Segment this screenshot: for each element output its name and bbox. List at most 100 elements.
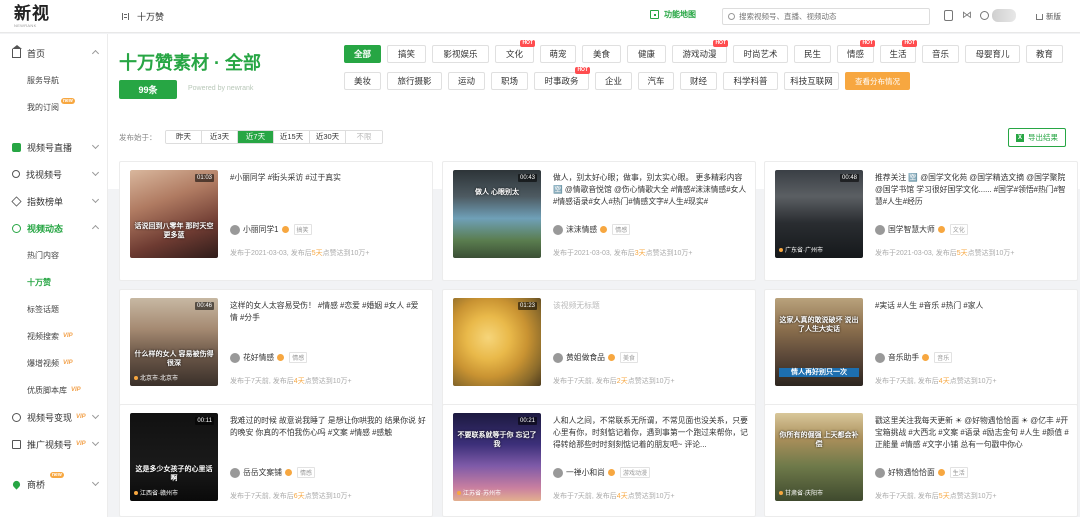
author-row[interactable]: 黄姐做食品 美食 [553, 352, 638, 363]
author-row[interactable]: 一禅小和尚 游戏动漫 [553, 467, 650, 478]
category-chip[interactable]: 企业 [595, 72, 632, 90]
video-card[interactable]: 00:48 广东省·广州市 推荐关注 🈳 @国学文化苑 @国学精选文摘 @国学聚院 … [764, 161, 1078, 281]
sidebar-item-rank[interactable]: 指数榜单 [0, 191, 108, 211]
video-description[interactable]: 人和人之间，不常联系无所谓，不常见面也没关系，只要心里有你，时刻惦记着你，遇到事… [553, 415, 749, 451]
author-row[interactable]: 音乐助手 音乐 [875, 352, 953, 363]
video-card[interactable]: 这家人真的敢说破坏 说出了人生大实话 情人再好别只一次 #実话 #人生 #音乐 #热… [764, 289, 1078, 409]
video-description[interactable]: 该视频无标题 [553, 300, 749, 336]
video-card[interactable]: 你所有的倔强 上天都会补偿 甘肃省·庆阳市 戳这里关注我每天更新 ☀ @好物遇恰恰面… [764, 404, 1078, 517]
video-card[interactable]: 做人 心眼别太 00:43 做人，别太好心眼；做事，别太实心眼。 更多精彩内容 🈳 … [442, 161, 756, 281]
video-thumbnail[interactable]: 这是多少女孩子的心里话啊 00:11 江西省·赣州市 [130, 413, 218, 501]
date-option[interactable]: 近30天 [310, 131, 346, 143]
date-option[interactable]: 昨天 [166, 131, 202, 143]
video-card[interactable]: 什么样的女人 容易被伤得很深 00:46 北京市·北京市 这样的女人太容易受伤！ #情… [119, 289, 433, 409]
logo[interactable]: 新视 NEWRANK [0, 5, 108, 28]
video-description[interactable]: 推荐关注 🈳 @国学文化苑 @国学精选文摘 @国学聚院 @国学书馆 学习很好国学… [875, 172, 1071, 208]
category-chip[interactable]: 游戏动漫 HOT [672, 40, 728, 63]
sidebar-sub-surging-videos[interactable]: 爆增视频 VIP [0, 354, 108, 372]
category-label: 母婴育儿 [975, 49, 1010, 59]
video-card[interactable]: 01:23 该视频无标题 黄姐做食品 美食 发布于7天前, 发布后2天点赞达到10万+ [442, 289, 756, 409]
sidebar-sub-video-search[interactable]: 视频搜索 VIP [0, 327, 108, 345]
sidebar-item-promote[interactable]: 推广视频号 VIP [0, 434, 108, 454]
video-description[interactable]: 这样的女人太容易受伤！ #情感 #恋爱 #婚姻 #女人 #爱情 #分手 [230, 300, 426, 336]
date-option[interactable]: 不限 [346, 131, 382, 143]
sidebar-item-bridge[interactable]: 商桥 new [0, 472, 108, 494]
menu-toggle-icon[interactable] [122, 12, 129, 20]
video-description[interactable]: 我难过的时候 故意说我睡了 是想让你哄我的 结果你说 好的晚安 你真的不怕我伤心… [230, 415, 426, 451]
category-chip[interactable]: 时事政务 HOT [534, 67, 590, 90]
date-option[interactable]: 近7天 [238, 131, 274, 143]
category-chip[interactable]: 时尚艺术 [733, 45, 788, 63]
category-chip[interactable]: 萌宠 [540, 45, 576, 63]
author-row[interactable]: 小丽同学1 搞笑 [230, 224, 312, 235]
video-thumbnail[interactable]: 你所有的倔强 上天都会补偿 甘肃省·庆阳市 [775, 413, 863, 501]
new-version-link[interactable]: 新版 [1036, 11, 1061, 22]
video-description[interactable]: #小丽同学 #街头采访 #过于真实 [230, 172, 426, 208]
author-row[interactable]: 岳岳文案铺 情感 [230, 467, 315, 478]
search-input[interactable] [739, 12, 919, 21]
author-row[interactable]: 沫沫情感 情感 [553, 224, 631, 235]
category-chip[interactable]: 美食 [582, 45, 621, 63]
video-thumbnail[interactable]: 不要联系就等于你 忘记了我 00:21 江苏省·苏州市 [453, 413, 541, 501]
author-avatar [553, 224, 563, 235]
category-chip[interactable]: 情感 HOT [837, 40, 875, 63]
bowtie-icon[interactable]: ⋈ [962, 10, 972, 21]
sidebar-item-label: 视频号变现 [27, 412, 73, 423]
video-card[interactable]: 话说回到八零年 那时天空更多蓝 01:03 #小丽同学 #街头采访 #过于真实小丽同… [119, 161, 433, 281]
video-description[interactable]: #実话 #人生 #音乐 #热门 #家人 [875, 300, 1071, 336]
mobile-icon[interactable] [944, 10, 953, 21]
video-description[interactable]: 做人，别太好心眼；做事，别太实心眼。 更多精彩内容 🈳 @情歌音悦馆 @伤心情歌… [553, 172, 749, 208]
category-chip[interactable]: 科学科普 [723, 72, 778, 90]
video-thumbnail[interactable]: 做人 心眼别太 00:43 [453, 170, 541, 258]
category-chip[interactable]: 全部 [344, 45, 381, 63]
export-button[interactable]: X 导出结果 [1008, 128, 1066, 147]
video-thumbnail[interactable]: 什么样的女人 容易被伤得很深 00:46 北京市·北京市 [130, 298, 218, 386]
video-thumbnail[interactable]: 话说回到八零年 那时天空更多蓝 01:03 [130, 170, 218, 258]
category-chip[interactable]: 生活 HOT [880, 40, 917, 63]
video-thumbnail[interactable]: 00:48 广东省·广州市 [775, 170, 863, 258]
video-card[interactable]: 不要联系就等于你 忘记了我 00:21 江苏省·苏州市 人和人之间，不常联系无所谓，不… [442, 404, 756, 517]
category-chip[interactable]: 汽车 [638, 72, 674, 90]
category-distribution-button[interactable]: 查看分布情况 [845, 72, 910, 90]
video-description[interactable]: 戳这里关注我每天更新 ☀ @好物遇恰恰面 ☀ @亿丰 #开宝箱挑战 #大西北 #… [875, 415, 1071, 451]
chevron-down-icon [91, 195, 100, 204]
category-label: 教育 [1035, 49, 1053, 59]
user-avatar[interactable] [992, 9, 1016, 22]
video-card[interactable]: 这是多少女孩子的心里话啊 00:11 江西省·赣州市 我难过的时候 故意说我睡了 是想… [119, 404, 433, 517]
sidebar-item-monetize[interactable]: 视频号变现 VIP [0, 407, 108, 427]
sidebar-sub-tags[interactable]: 标签话题 [0, 300, 108, 318]
video-thumbnail[interactable]: 01:23 [453, 298, 541, 386]
author-row[interactable]: 好物遇恰恰面 生活 [875, 467, 968, 478]
category-chip[interactable]: 职场 [491, 72, 528, 90]
category-chip[interactable]: 运动 [448, 72, 485, 90]
headset-icon[interactable] [980, 11, 989, 20]
sidebar-sub-my-subscriptions[interactable]: 我的订阅 new [0, 98, 108, 116]
date-option[interactable]: 近15天 [274, 131, 310, 143]
category-chip[interactable]: 健康 [627, 45, 666, 63]
sidebar-sub-service-nav[interactable]: 服务导航 [0, 71, 108, 89]
sidebar-item-home[interactable]: 首页 [0, 43, 108, 63]
feature-map-link[interactable]: 功能地图 [650, 9, 696, 20]
category-chip[interactable]: 美妆 [344, 72, 381, 90]
category-chip[interactable]: 搞笑 [387, 45, 426, 63]
sidebar-item-find[interactable]: 找视频号 [0, 164, 108, 184]
sidebar-item-live[interactable]: 视频号直播 [0, 137, 108, 157]
date-option[interactable]: 近3天 [202, 131, 238, 143]
sidebar-sub-script-library[interactable]: 优质脚本库 VIP [0, 381, 108, 399]
category-chip[interactable]: 科技互联网 [784, 72, 839, 90]
category-chip[interactable]: 旅行摄影 [387, 72, 442, 90]
author-row[interactable]: 国学智慧大师 文化 [875, 224, 968, 235]
category-chip[interactable]: 影视娱乐 [432, 45, 489, 63]
category-chip[interactable]: 教育 [1026, 45, 1063, 63]
author-row[interactable]: 花好情感 情感 [230, 352, 308, 363]
sidebar-sub-hot[interactable]: 热门内容 [0, 246, 108, 264]
category-chip[interactable]: 音乐 [922, 45, 959, 63]
search-box[interactable] [722, 8, 930, 25]
category-chip[interactable]: 文化 HOT [495, 40, 535, 63]
sidebar-sub-100k-likes[interactable]: 十万赞 [0, 273, 108, 291]
sidebar-item-dynamics[interactable]: 视频动态 [0, 218, 108, 238]
video-thumbnail[interactable]: 这家人真的敢说破坏 说出了人生大实话 情人再好别只一次 [775, 298, 863, 386]
category-chip[interactable]: 财经 [680, 72, 717, 90]
category-chip[interactable]: 民生 [794, 45, 831, 63]
category-chip[interactable]: 母婴育儿 [965, 45, 1020, 63]
